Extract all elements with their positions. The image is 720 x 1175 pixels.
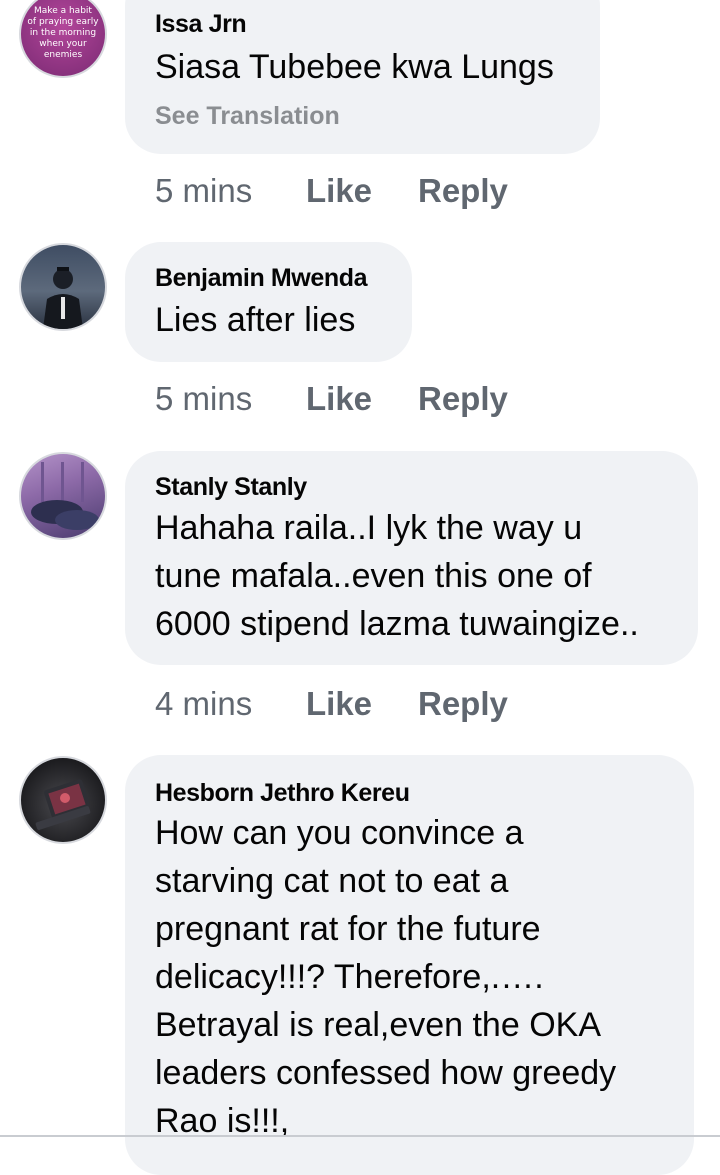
comment-text-line: How can you convince a [155,814,524,852]
room-photo-icon [31,462,99,530]
comment-author[interactable]: Issa Jrn [155,10,247,39]
avatar-caption-1: Make a habit [34,6,92,16]
avatar[interactable] [19,452,107,540]
comment-timestamp[interactable]: 5 mins [155,172,252,210]
comment-timestamp[interactable]: 5 mins [155,380,252,418]
avatar[interactable]: Make a habit of praying early in the mor… [19,0,107,78]
avatar-caption-2: of praying early [27,17,99,27]
laptop-photo-icon [35,779,91,830]
comment-text-line: pregnant rat for the future [155,910,541,948]
comment-text-line: 6000 stipend lazma tuwaingize.. [155,605,639,643]
comment-bubble[interactable]: Stanly Stanly Hahaha raila..I lyk the wa… [125,451,698,665]
person-silhouette-icon [43,267,83,329]
comment-text-line: Hahaha raila..I lyk the way u [155,509,583,547]
comment-text-line: delicacy!!!? Therefore,.…. [155,958,544,996]
comment-text-line: Rao is!!!, [155,1102,290,1140]
see-translation-link[interactable]: See Translation [155,102,340,131]
reply-button[interactable]: Reply [418,172,508,210]
avatar-caption-3: in the morning [29,28,97,38]
reply-button[interactable]: Reply [418,380,508,418]
comment-timestamp[interactable]: 4 mins [155,685,252,723]
comment-author[interactable]: Benjamin Mwenda [155,264,367,293]
like-button[interactable]: Like [306,685,372,723]
comment-text-line: starving cat not to eat a [155,862,509,900]
reply-button[interactable]: Reply [418,685,508,723]
comment-bubble[interactable]: Benjamin Mwenda Lies after lies [125,242,412,362]
comment-bubble[interactable]: Issa Jrn Siasa Tubebee kwa Lungs See Tra… [125,0,600,154]
comment-text-line: Lies after lies [155,301,356,339]
avatar[interactable] [19,243,107,331]
comment-text-line: Betrayal is real,even the OKA [155,1006,602,1044]
avatar-caption-4: when your [39,39,87,49]
like-button[interactable]: Like [306,380,372,418]
bottom-divider [0,1135,720,1137]
comment-text-line: Siasa Tubebee kwa Lungs [155,48,554,86]
comment-author[interactable]: Hesborn Jethro Kereu [155,779,410,808]
like-button[interactable]: Like [306,172,372,210]
comment-text-line: leaders confessed how greedy [155,1054,617,1092]
avatar[interactable] [19,756,107,844]
comment-author[interactable]: Stanly Stanly [155,473,307,502]
comment-text-line: tune mafala..even this one of [155,557,592,595]
comment-bubble[interactable]: Hesborn Jethro Kereu How can you convinc… [125,755,694,1175]
avatar-caption-5: enemies [43,50,83,60]
